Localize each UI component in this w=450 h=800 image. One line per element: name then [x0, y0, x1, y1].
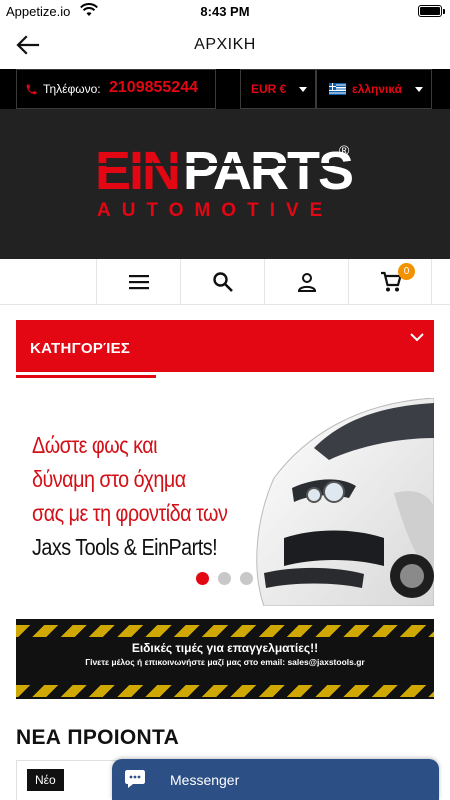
svg-text:AUTOMOTIVE: AUTOMOTIVE [97, 200, 333, 219]
status-bar: Appetize.io 8:43 PM [0, 0, 450, 22]
search-button[interactable] [180, 259, 264, 304]
slider-dot-1[interactable] [196, 572, 209, 585]
chevron-down-icon [410, 333, 424, 342]
svg-text:EIN: EIN [95, 141, 179, 201]
car-image [256, 398, 434, 606]
banner-line: Δώστε φως και [32, 432, 158, 458]
banner-line: σας με τη φροντίδα των [32, 500, 228, 526]
banner-line: δύναμη στο όχημα [32, 466, 186, 492]
categories-dropdown[interactable]: ΚΑΤΗΓΟΡΊΕΣ [16, 320, 434, 372]
categories-underline [16, 375, 156, 378]
promo-subtitle: Γίνετε μέλος ή επικοινωνήστε μαζί μας στ… [85, 657, 365, 667]
greek-flag-icon [329, 83, 346, 95]
cart-button[interactable]: 0 [348, 259, 432, 304]
logo-banner: EIN PARTS ® AUTOMOTIVE [0, 109, 450, 259]
search-icon [213, 272, 233, 292]
hazard-stripes [16, 685, 434, 697]
caret-down-icon [415, 87, 423, 92]
top-info-bar: Τηλέφωνο: 2109855244 EUR € ελληνικά [0, 69, 450, 109]
user-icon [297, 273, 317, 292]
language-selector[interactable]: ελληνικά [316, 69, 432, 109]
cart-count-badge: 0 [398, 263, 415, 280]
slider-dots [196, 572, 266, 586]
banner-line: Jaxs Tools & EinParts! [32, 534, 218, 560]
new-products-title: ΝΕΑ ΠΡΟΙΟΝΤΑ [16, 726, 180, 749]
messenger-label: Messenger [170, 772, 240, 788]
svg-text:®: ® [339, 142, 350, 158]
hazard-stripes [16, 625, 434, 637]
new-badge: Νέο [27, 769, 64, 791]
phone-label: Τηλέφωνο: [43, 82, 101, 96]
messenger-chat-button[interactable]: Messenger [112, 759, 439, 800]
menu-button[interactable] [96, 259, 180, 304]
phone-contact[interactable]: Τηλέφωνο: 2109855244 [16, 69, 216, 109]
einparts-logo[interactable]: EIN PARTS ® AUTOMOTIVE [95, 139, 355, 219]
phone-icon [26, 84, 37, 95]
banner-headline: Δώστε φως και δύναμη στο όχημα σας με τη… [32, 428, 230, 564]
hero-slider[interactable]: Δώστε φως και δύναμη στο όχημα σας με τη… [16, 398, 434, 606]
phone-number[interactable]: 2109855244 [109, 79, 198, 97]
slider-dot-3[interactable] [240, 572, 253, 585]
menu-icon [129, 275, 149, 290]
currency-selector[interactable]: EUR € [240, 69, 316, 109]
app-screen: Appetize.io 8:43 PM ΑΡΧΙΚΗ Τηλέφωνο: 210… [0, 0, 450, 800]
categories-label: ΚΑΤΗΓΟΡΊΕΣ [30, 340, 131, 357]
language-label: ελληνικά [352, 82, 403, 96]
battery-icon [418, 5, 445, 17]
promo-banner[interactable]: Ειδικές τιμές για επαγγελματίες!! Γίνετε… [16, 619, 434, 699]
page-title: ΑΡΧΙΚΗ [194, 36, 256, 53]
promo-title: Ειδικές τιμές για επαγγελματίες!! [131, 641, 319, 655]
icon-toolbar: 0 [0, 259, 450, 305]
nav-header: ΑΡΧΙΚΗ [0, 22, 450, 68]
product-card[interactable]: Νέο [16, 760, 126, 800]
svg-text:PARTS: PARTS [183, 141, 352, 201]
chat-bubble-icon [125, 770, 145, 788]
slider-dot-2[interactable] [218, 572, 231, 585]
caret-down-icon [299, 87, 307, 92]
account-button[interactable] [264, 259, 348, 304]
currency-label: EUR € [251, 82, 287, 96]
clock: 8:43 PM [200, 4, 250, 19]
